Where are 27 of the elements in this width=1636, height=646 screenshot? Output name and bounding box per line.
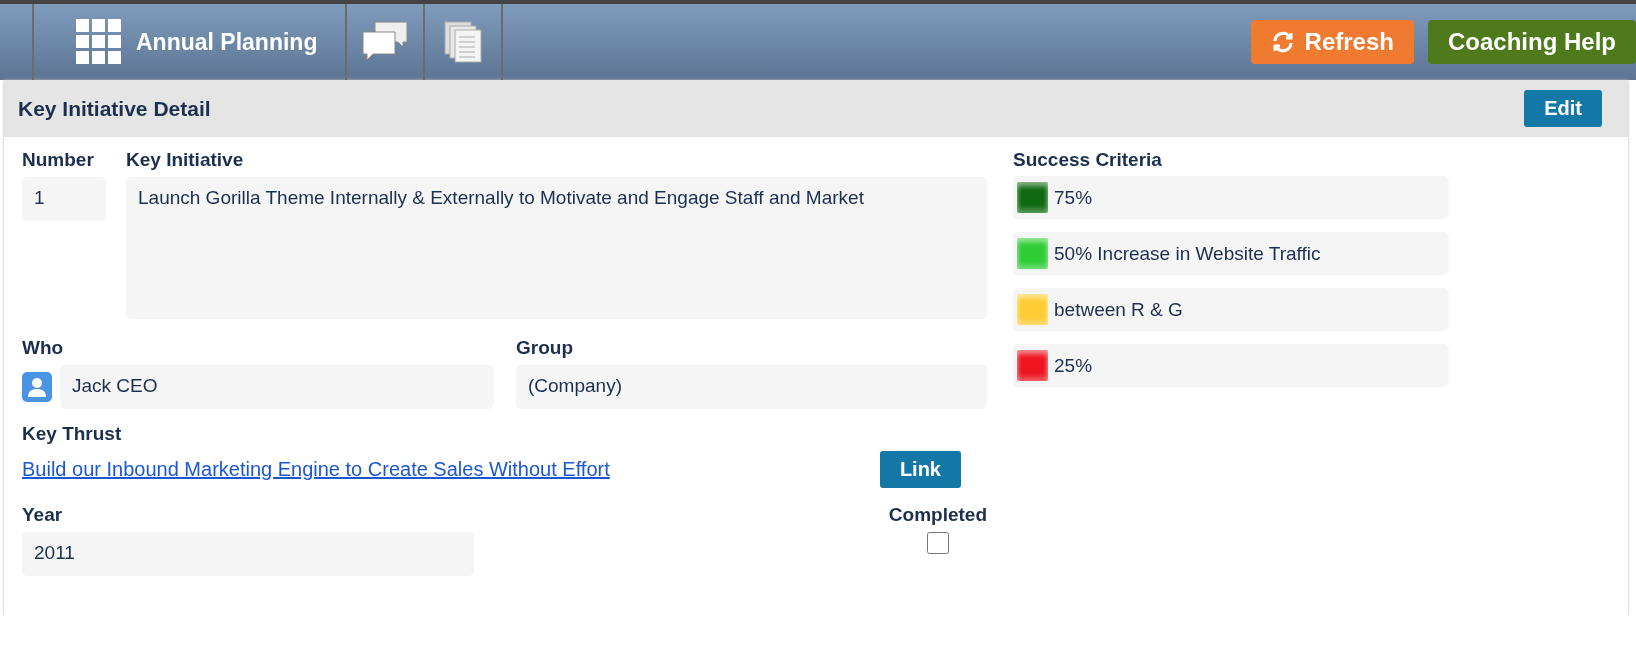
coaching-help-button[interactable]: Coaching Help [1428,20,1636,64]
number-field[interactable]: 1 [22,177,106,221]
criteria-text: 75% [1054,186,1093,209]
who-field[interactable]: Jack CEO [60,365,494,409]
link-button[interactable]: Link [879,451,961,488]
group-field[interactable]: (Company) [516,365,987,409]
documents-icon[interactable] [443,20,484,64]
criteria-text: between R & G [1054,298,1183,321]
criteria-text: 25% [1054,354,1093,377]
field-label: Year [22,504,64,526]
user-icon [22,372,52,402]
field-label: Completed [888,504,987,526]
year-field[interactable]: 2011 [22,532,474,576]
panel-title: Key Initiative Detail [18,96,211,121]
key-thrust-link[interactable]: Build our Inbound Marketing Engine to Create Sales Without Effort [22,458,610,481]
field-label: Key Initiative [126,149,245,171]
grid-icon [76,19,122,65]
app-title: Annual Planning [136,28,318,56]
completed-checkbox[interactable] [926,532,949,554]
section-label: Success Criteria [1013,149,1163,171]
field-label: Group [516,337,574,359]
field-label: Number [22,149,95,171]
field-label: Who [22,337,65,359]
field-label: Key Thrust [22,423,123,445]
initiative-field[interactable]: Launch Gorilla Theme Internally & Externally to Motivate and Engage Staff and Market [126,177,987,319]
criteria-text: 50% Increase in Website Traffic [1054,242,1321,265]
edit-button[interactable]: Edit [1524,90,1602,127]
